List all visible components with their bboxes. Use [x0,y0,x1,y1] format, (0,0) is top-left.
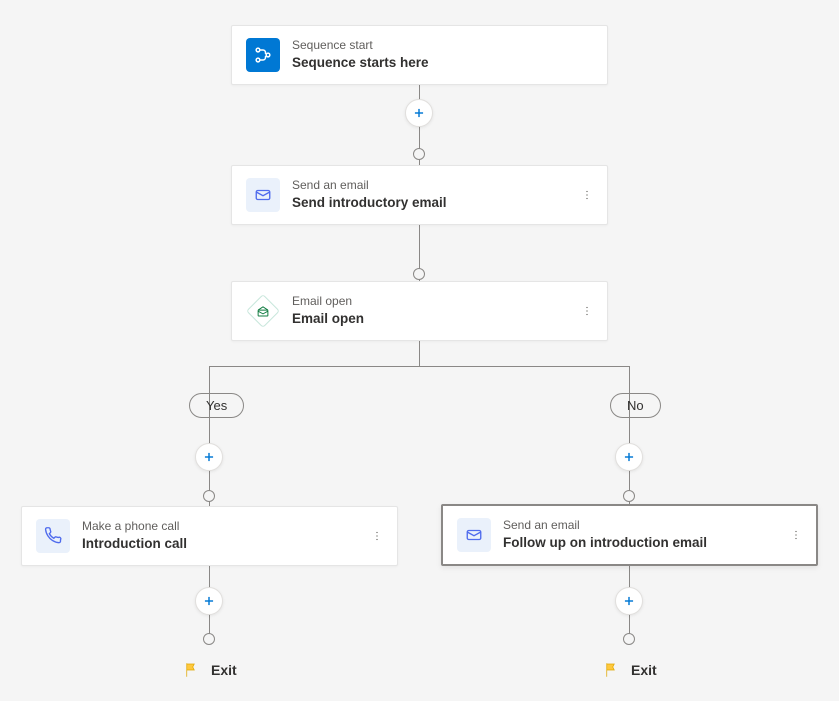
connector-dot [413,148,425,160]
node-title: Follow up on introduction email [503,534,707,552]
add-step-button[interactable] [615,443,643,471]
email-open-condition-node[interactable]: Email open Email open [231,281,608,341]
node-type-label: Email open [292,294,364,310]
node-type-label: Send an email [503,518,707,534]
node-title: Introduction call [82,535,187,553]
branch-yes-label: Yes [189,393,244,418]
branch-no-label: No [610,393,661,418]
node-type-label: Make a phone call [82,519,187,535]
node-type-label: Sequence start [292,38,429,54]
phone-call-node[interactable]: Make a phone call Introduction call [21,506,398,566]
start-icon [246,38,280,72]
node-more-button[interactable] [569,299,593,323]
connector-dot [413,268,425,280]
email-icon [246,178,280,212]
node-more-button[interactable] [778,523,802,547]
node-title: Sequence starts here [292,54,429,72]
node-more-button[interactable] [359,524,383,548]
flag-icon [183,661,201,679]
node-more-button[interactable] [569,183,593,207]
node-type-label: Send an email [292,178,447,194]
sequence-canvas: Yes No Sequence start Sequence starts he… [0,0,839,701]
connector-dot [623,490,635,502]
connector-dot [623,633,635,645]
connector [209,366,210,506]
flag-icon [603,661,621,679]
connector-dot [203,490,215,502]
send-email-node[interactable]: Send an email Send introductory email [231,165,608,225]
exit-marker: Exit [603,661,657,679]
add-step-button[interactable] [405,99,433,127]
exit-label: Exit [631,662,657,678]
add-step-button[interactable] [615,587,643,615]
exit-marker: Exit [183,661,237,679]
connector [419,338,420,366]
node-title: Email open [292,310,364,328]
condition-icon [246,294,280,328]
node-title: Send introductory email [292,194,447,212]
sequence-start-node[interactable]: Sequence start Sequence starts here [231,25,608,85]
phone-icon [36,519,70,553]
add-step-button[interactable] [195,587,223,615]
exit-label: Exit [211,662,237,678]
email-icon [457,518,491,552]
add-step-button[interactable] [195,443,223,471]
connector [209,366,630,367]
connector [629,366,630,506]
connector-dot [203,633,215,645]
send-email-followup-node[interactable]: Send an email Follow up on introduction … [441,504,818,566]
